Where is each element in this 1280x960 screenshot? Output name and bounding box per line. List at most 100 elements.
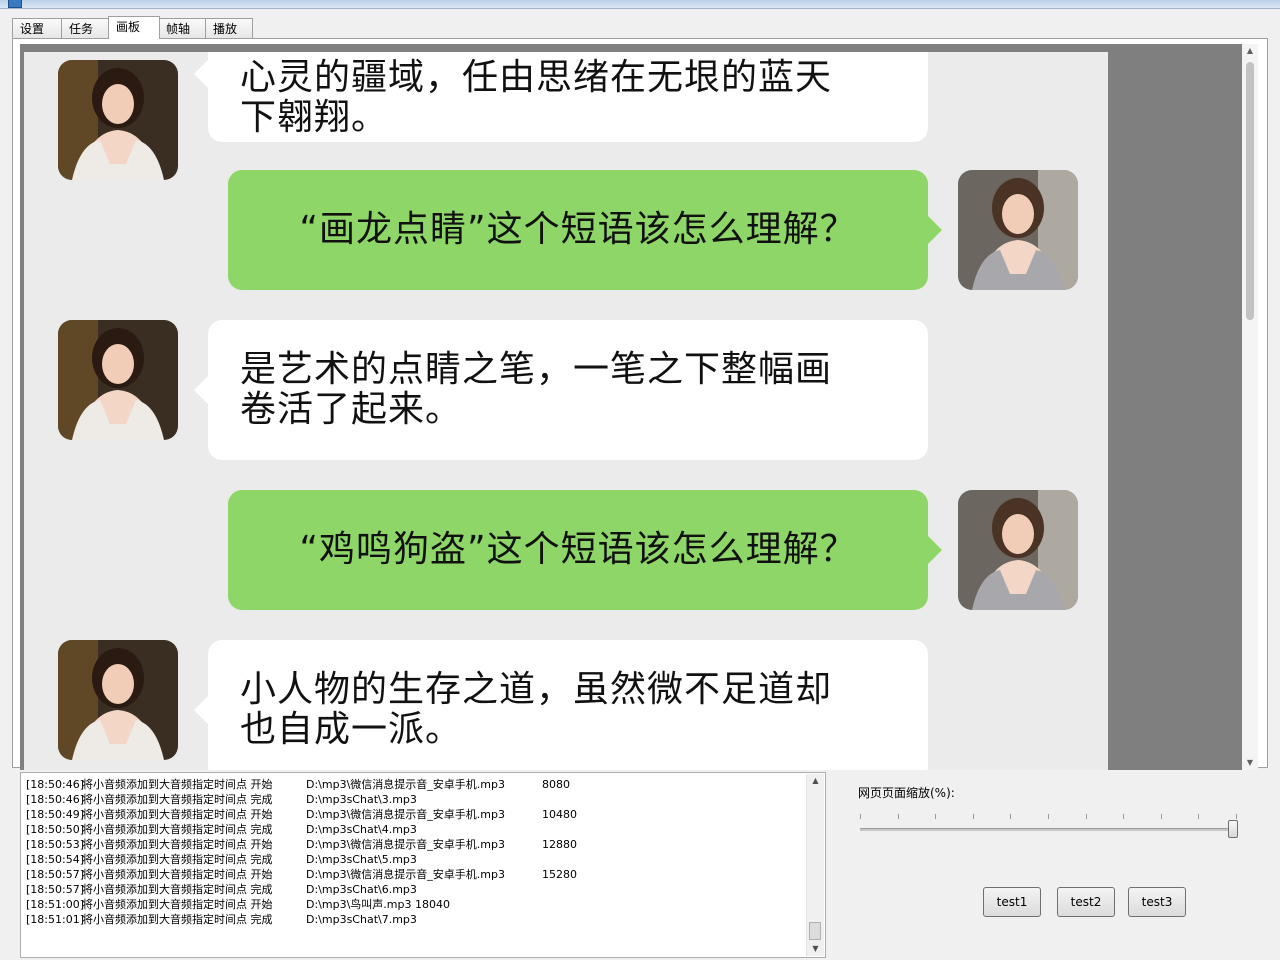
log-time: [18:50:46] (26, 793, 84, 806)
bubble-tail (194, 376, 208, 404)
bubble-tail (928, 216, 942, 244)
log-panel[interactable]: [18:50:46]将小音频添加到大音频指定时间点 开始 D:\mp3\微信消息提… (20, 772, 826, 958)
log-path: D:\mp3\鸟叫声.mp3 18040 (306, 898, 450, 911)
message-text-line: 也自成一派。 (240, 709, 463, 750)
log-extra: 8080 (542, 778, 570, 791)
message-text-line: 下翱翔。 (240, 97, 389, 138)
bubble-tail (194, 696, 208, 724)
bubble-tail (928, 536, 942, 564)
incoming-message-bubble: 心灵的疆域，任由思绪在无垠的蓝天 下翱翔。 (194, 52, 928, 142)
tab-tasks[interactable]: 任务 (61, 18, 109, 38)
log-path: D:\mp3sChat\4.mp3 (306, 823, 417, 836)
zoom-slider-track (860, 828, 1236, 831)
tab-settings[interactable]: 设置 (12, 18, 62, 38)
log-path: D:\mp3\微信消息提示音_安卓手机.mp3 (306, 808, 505, 821)
log-line: [18:51:00]将小音频添加到大音频指定时间点 开始 D:\mp3\鸟叫声.m… (26, 897, 801, 912)
slider-tick (973, 814, 974, 819)
log-time: [18:50:57] (26, 883, 84, 896)
message-text-line: “鸡鸣狗盗”这个短语该怎么理解？ (299, 529, 857, 570)
log-path: D:\mp3\微信消息提示音_安卓手机.mp3 (306, 778, 505, 791)
user-avatar (958, 170, 1078, 290)
log-line: [18:50:57]将小音频添加到大音频指定时间点 完成 D:\mp3sChat\… (26, 882, 801, 897)
log-scrollbar[interactable]: ▲ ▼ (806, 774, 824, 956)
log-time: [18:51:00] (26, 898, 84, 911)
incoming-message-bubble: 小人物的生存之道，虽然微不足道却 也自成一派。 (194, 640, 928, 770)
log-scroll-up-arrow-icon[interactable]: ▲ (807, 774, 824, 788)
log-msg: 将小音频添加到大音频指定时间点 开始 (82, 838, 273, 851)
message-text-line: 小人物的生存之道，虽然微不足道却 (240, 669, 833, 710)
log-extra: 15280 (542, 868, 577, 881)
log-msg: 将小音频添加到大音频指定时间点 完成 (82, 793, 273, 806)
log-time: [18:50:53] (26, 838, 84, 851)
slider-tick (860, 814, 861, 819)
zoom-slider-thumb[interactable] (1228, 820, 1238, 838)
log-line: [18:50:46]将小音频添加到大音频指定时间点 完成 D:\mp3sChat\… (26, 792, 801, 807)
app-icon (8, 0, 22, 8)
log-time: [18:50:49] (26, 808, 84, 821)
log-scroll-down-arrow-icon[interactable]: ▼ (807, 942, 824, 956)
tab-canvas[interactable]: 画板 (108, 16, 160, 39)
log-time: [18:50:46] (26, 778, 84, 791)
log-line: [18:50:46]将小音频添加到大音频指定时间点 开始 D:\mp3\微信消息提… (26, 777, 801, 792)
scrollbar-thumb[interactable] (1246, 62, 1254, 320)
log-path: D:\mp3sChat\3.mp3 (306, 793, 417, 806)
log-msg: 将小音频添加到大音频指定时间点 完成 (82, 913, 273, 926)
log-path: D:\mp3sChat\7.mp3 (306, 913, 417, 926)
log-msg: 将小音频添加到大音频指定时间点 开始 (82, 898, 273, 911)
contact-avatar (58, 60, 178, 180)
web-view[interactable]: 心灵的疆域，任由思绪在无垠的蓝天 下翱翔。 “画龙点睛”这个短语该怎么理解？ 是艺术的… (20, 44, 1242, 770)
slider-tick (1086, 814, 1087, 819)
tab-playback[interactable]: 播放 (205, 18, 253, 38)
log-line: [18:50:49]将小音频添加到大音频指定时间点 开始 D:\mp3\微信消息提… (26, 807, 801, 822)
user-avatar (958, 490, 1078, 610)
tab-strip: 设置 任务 画板 帧轴 播放 (12, 16, 1272, 39)
log-line: [18:50:54]将小音频添加到大音频指定时间点 完成 D:\mp3sChat\… (26, 852, 801, 867)
incoming-message-bubble: 是艺术的点睛之笔，一笔之下整幅画 卷活了起来。 (194, 320, 928, 460)
message-text-line: 卷活了起来。 (240, 389, 463, 430)
contact-avatar (58, 320, 178, 440)
log-msg: 将小音频添加到大音频指定时间点 完成 (82, 883, 273, 896)
log-line: [18:50:50]将小音频添加到大音频指定时间点 完成 D:\mp3sChat\… (26, 822, 801, 837)
log-path: D:\mp3sChat\6.mp3 (306, 883, 417, 896)
slider-tick (1010, 814, 1011, 819)
log-path: D:\mp3sChat\5.mp3 (306, 853, 417, 866)
log-scrollbar-thumb[interactable] (809, 922, 821, 940)
slider-tick (1123, 814, 1124, 819)
log-path: D:\mp3\微信消息提示音_安卓手机.mp3 (306, 868, 505, 881)
slider-tick (1198, 814, 1199, 819)
log-extra: 12880 (542, 838, 577, 851)
log-time: [18:50:50] (26, 823, 84, 836)
log-time: [18:50:54] (26, 853, 84, 866)
chat-canvas: 心灵的疆域，任由思绪在无垠的蓝天 下翱翔。 “画龙点睛”这个短语该怎么理解？ 是艺术的… (24, 52, 1108, 770)
log-lines: [18:50:46]将小音频添加到大音频指定时间点 开始 D:\mp3\微信消息提… (26, 777, 801, 927)
message-text-line: 是艺术的点睛之笔，一笔之下整幅画 (240, 349, 833, 390)
log-line: [18:50:53]将小音频添加到大音频指定时间点 开始 D:\mp3\微信消息提… (26, 837, 801, 852)
window-title-bar (0, 0, 1280, 9)
zoom-label: 网页页面缩放(%): (858, 786, 955, 800)
log-path: D:\mp3\微信消息提示音_安卓手机.mp3 (306, 838, 505, 851)
slider-tick (898, 814, 899, 819)
log-line: [18:51:01]将小音频添加到大音频指定时间点 完成 D:\mp3sChat\… (26, 912, 801, 927)
tab-frame-axis[interactable]: 帧轴 (158, 18, 206, 38)
slider-tick (935, 814, 936, 819)
test2-button[interactable]: test2 (1057, 887, 1115, 917)
log-msg: 将小音频添加到大音频指定时间点 开始 (82, 868, 273, 881)
scroll-up-arrow-icon[interactable]: ▲ (1242, 44, 1258, 58)
outgoing-message-bubble: “鸡鸣狗盗”这个短语该怎么理解？ (228, 490, 942, 610)
test1-button[interactable]: test1 (983, 887, 1041, 917)
log-time: [18:50:57] (26, 868, 84, 881)
contact-avatar (58, 640, 178, 760)
log-msg: 将小音频添加到大音频指定时间点 开始 (82, 808, 273, 821)
zoom-slider[interactable] (858, 812, 1244, 842)
scroll-down-arrow-icon[interactable]: ▼ (1242, 756, 1258, 770)
message-text-line: “画龙点睛”这个短语该怎么理解？ (299, 209, 857, 250)
log-msg: 将小音频添加到大音频指定时间点 完成 (82, 823, 273, 836)
log-msg: 将小音频添加到大音频指定时间点 开始 (82, 778, 273, 791)
test3-button[interactable]: test3 (1128, 887, 1186, 917)
bubble-tail (194, 60, 208, 88)
log-msg: 将小音频添加到大音频指定时间点 完成 (82, 853, 273, 866)
slider-tick (1236, 814, 1237, 819)
log-line: [18:50:57]将小音频添加到大音频指定时间点 开始 D:\mp3\微信消息提… (26, 867, 801, 882)
web-view-scrollbar[interactable]: ▲ ▼ (1242, 44, 1258, 770)
outgoing-message-bubble: “画龙点睛”这个短语该怎么理解？ (228, 170, 942, 290)
